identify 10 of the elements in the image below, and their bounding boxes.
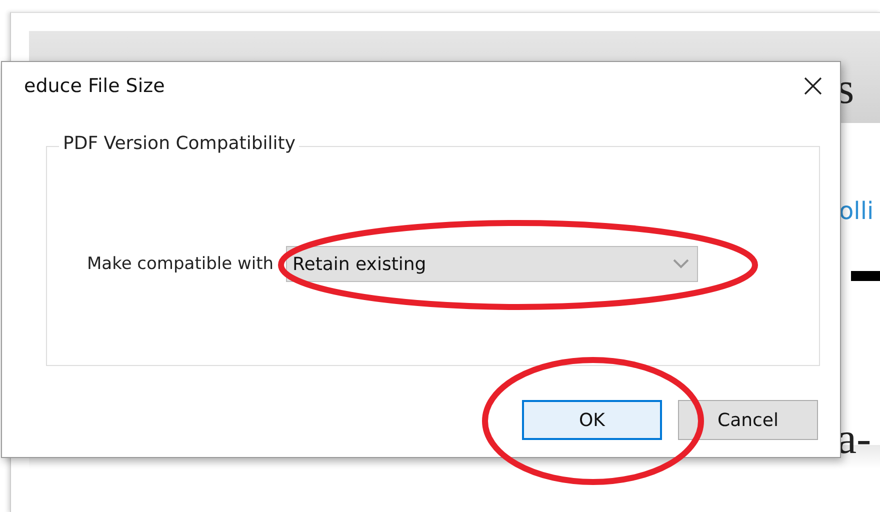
ok-button[interactable]: OK xyxy=(522,400,662,440)
close-icon xyxy=(804,77,822,95)
group-legend: PDF Version Compatibility xyxy=(59,133,300,154)
link-text[interactable]: olli xyxy=(839,197,874,225)
chevron-icon xyxy=(672,259,689,269)
compatibility-dropdown[interactable]: Retain existing xyxy=(286,246,698,282)
close-button[interactable] xyxy=(804,77,822,95)
dialog-title: educe File Size xyxy=(24,75,165,97)
dialog-button[interactable]: Cancel xyxy=(678,400,818,440)
field-label: Make compatible with xyxy=(87,254,274,274)
